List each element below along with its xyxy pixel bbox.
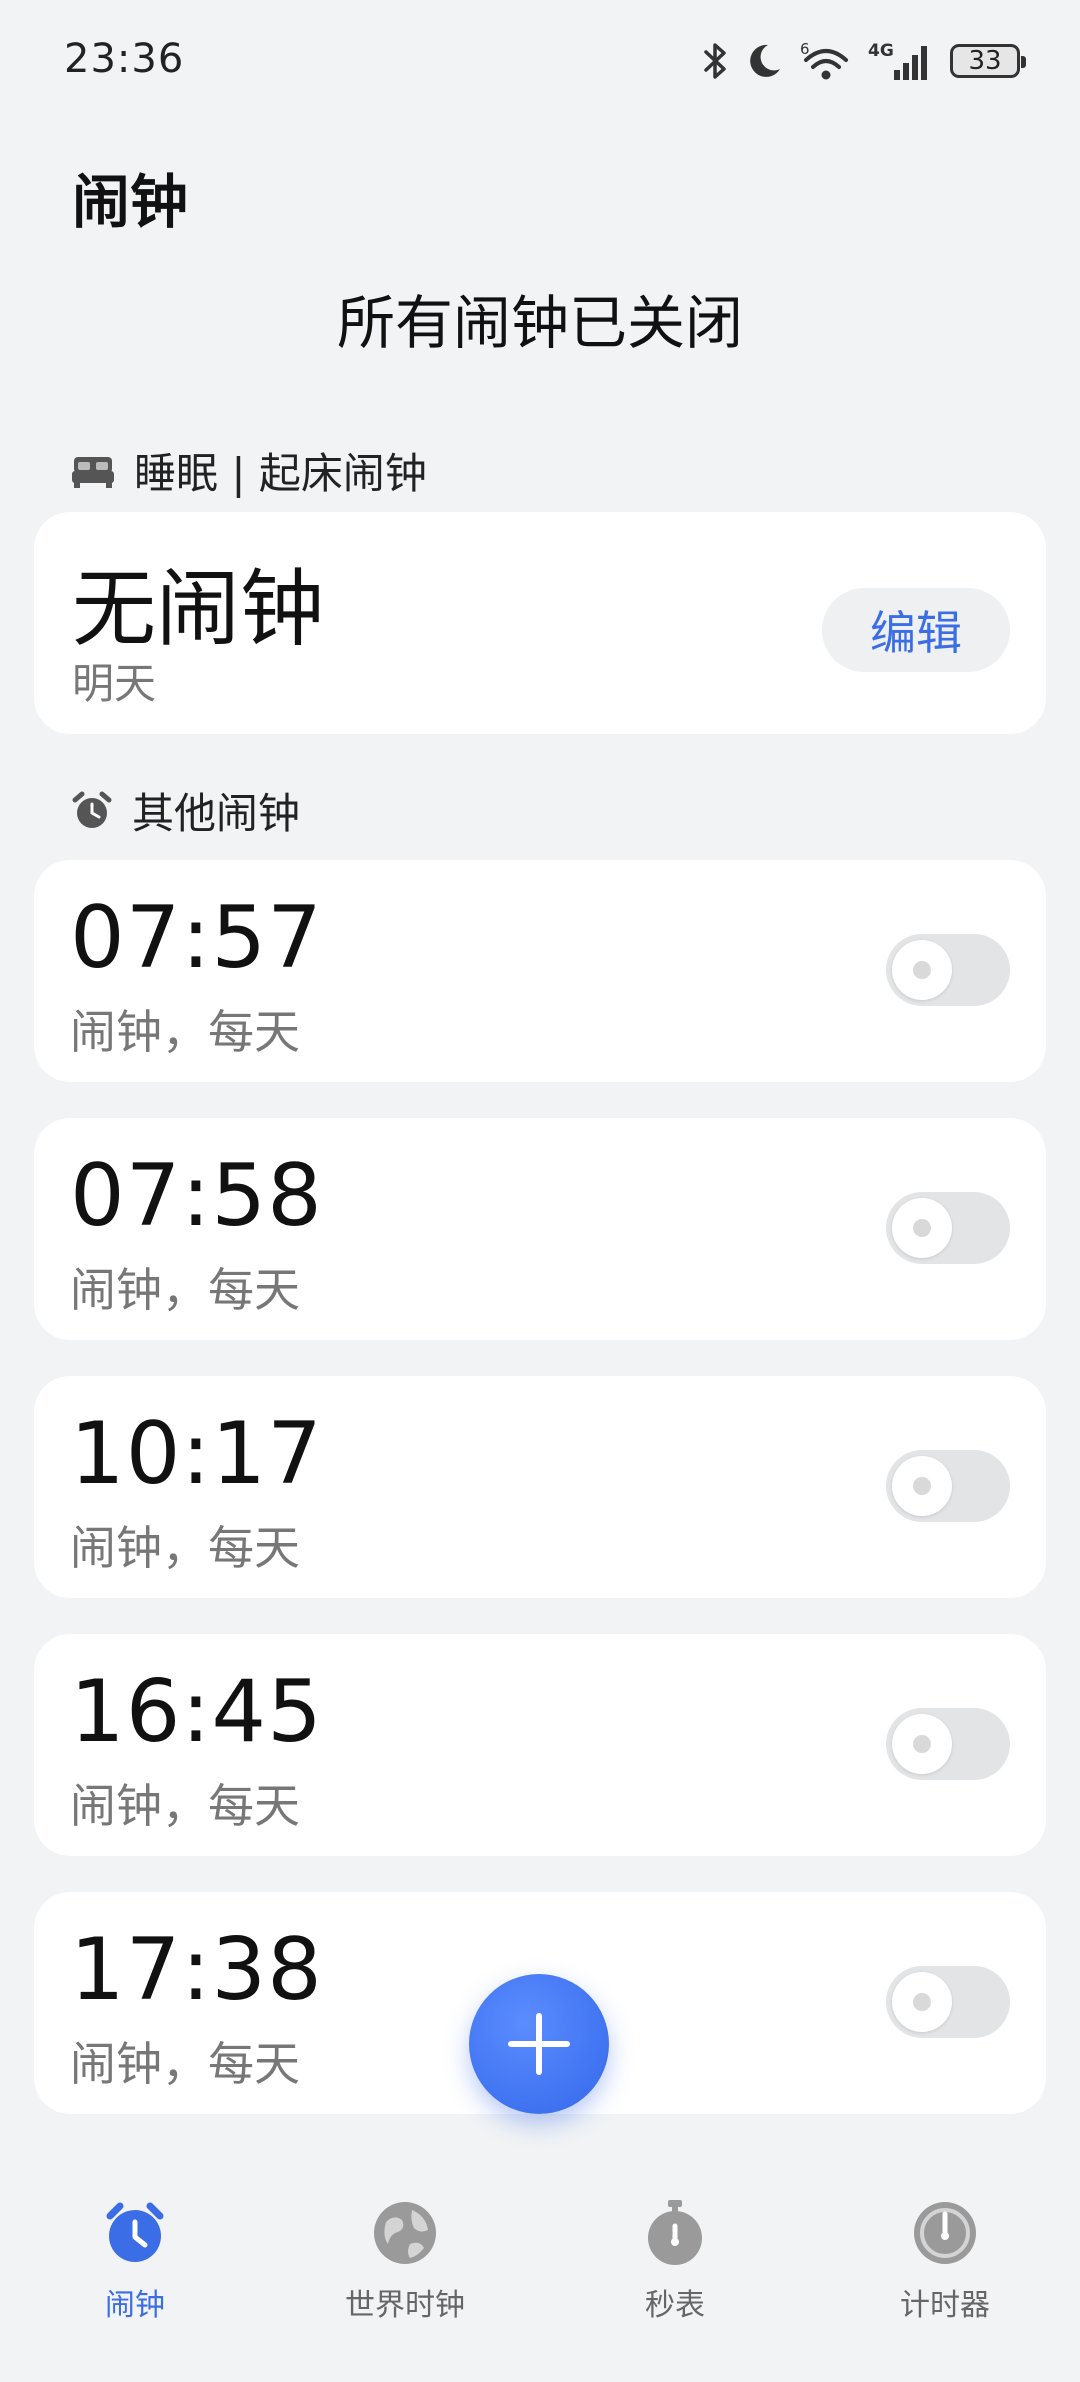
alarm-toggle[interactable] <box>886 1192 1010 1264</box>
sleep-section-header: 睡眠 | 起床闹钟 <box>72 440 427 501</box>
battery-icon: 33 <box>950 44 1026 78</box>
nav-label-timer: 计时器 <box>900 2288 990 2323</box>
toggle-knob <box>892 940 952 1000</box>
toggle-knob <box>892 1714 952 1774</box>
alarm-label: 闹钟，每天 <box>70 2037 300 2091</box>
status-bar: 23:36 6 4G 33 <box>0 0 1080 120</box>
alarm-time: 07:58 <box>70 1146 323 1246</box>
toggle-knob <box>892 1198 952 1258</box>
moon-icon <box>750 44 780 77</box>
plus-icon <box>508 2013 570 2075</box>
bluetooth-icon <box>704 43 726 79</box>
alarm-label: 闹钟，每天 <box>70 1779 300 1833</box>
wifi-icon: 6 <box>800 40 848 80</box>
alarm-card[interactable]: 10:17 闹钟，每天 <box>34 1376 1046 1598</box>
bottom-nav: 闹钟 世界时钟 秒表 计时器 <box>0 2180 1080 2382</box>
alarm-time: 16:45 <box>70 1662 323 1762</box>
bed-icon <box>72 456 114 488</box>
nav-label-world-clock: 世界时钟 <box>345 2288 465 2323</box>
nav-item-alarm[interactable]: 闹钟 <box>35 2200 235 2324</box>
alarm-clock-small-icon <box>72 791 112 828</box>
other-alarms-header: 其他闹钟 <box>72 780 300 841</box>
alarm-clock-icon <box>106 2202 164 2262</box>
sim-slot-label: 6 <box>800 40 810 58</box>
nav-label-stopwatch: 秒表 <box>645 2288 705 2323</box>
battery-level: 33 <box>968 46 1002 76</box>
alarm-card[interactable]: 07:57 闹钟，每天 <box>34 860 1046 1082</box>
status-time: 23:36 <box>64 36 185 82</box>
network-type-label: 4G <box>868 41 894 61</box>
alarm-toggle[interactable] <box>886 1966 1010 2038</box>
signal-icon: 4G <box>868 41 927 80</box>
other-alarms-label: 其他闹钟 <box>132 789 301 838</box>
nav-item-world-clock[interactable]: 世界时钟 <box>305 2200 505 2324</box>
alarm-time: 17:38 <box>70 1920 323 2020</box>
alarm-card[interactable]: 07:58 闹钟，每天 <box>34 1118 1046 1340</box>
timer-icon <box>914 2202 976 2264</box>
alarms-summary: 所有闹钟已关闭 <box>336 289 743 357</box>
toggle-knob <box>892 1972 952 2032</box>
toggle-knob <box>892 1456 952 1516</box>
edit-button[interactable]: 编辑 <box>822 588 1010 672</box>
status-icons: 6 4G 33 <box>702 38 1026 84</box>
sleep-section-label: 睡眠 | 起床闹钟 <box>134 449 427 498</box>
alarm-label: 闹钟，每天 <box>70 1521 300 1575</box>
alarm-time: 10:17 <box>70 1404 323 1504</box>
alarm-time: 07:57 <box>70 888 323 988</box>
alarm-toggle[interactable] <box>886 1450 1010 1522</box>
alarm-toggle[interactable] <box>886 934 1010 1006</box>
alarm-label: 闹钟，每天 <box>70 1005 300 1059</box>
alarm-label: 闹钟，每天 <box>70 1263 300 1317</box>
sleep-alarm-title: 无闹钟 <box>72 560 325 658</box>
alarm-toggle[interactable] <box>886 1708 1010 1780</box>
sleep-alarm-card[interactable]: 无闹钟 明天 编辑 <box>34 512 1046 734</box>
alarm-card[interactable]: 16:45 闹钟，每天 <box>34 1634 1046 1856</box>
add-alarm-button[interactable] <box>469 1974 609 2114</box>
stopwatch-icon <box>648 2200 702 2265</box>
globe-icon <box>374 2202 436 2264</box>
page-title: 闹钟 <box>72 168 189 236</box>
nav-label-alarm: 闹钟 <box>105 2288 165 2323</box>
sleep-alarm-subtitle: 明天 <box>72 659 157 708</box>
nav-item-stopwatch[interactable]: 秒表 <box>575 2200 775 2324</box>
nav-item-timer[interactable]: 计时器 <box>845 2200 1045 2324</box>
